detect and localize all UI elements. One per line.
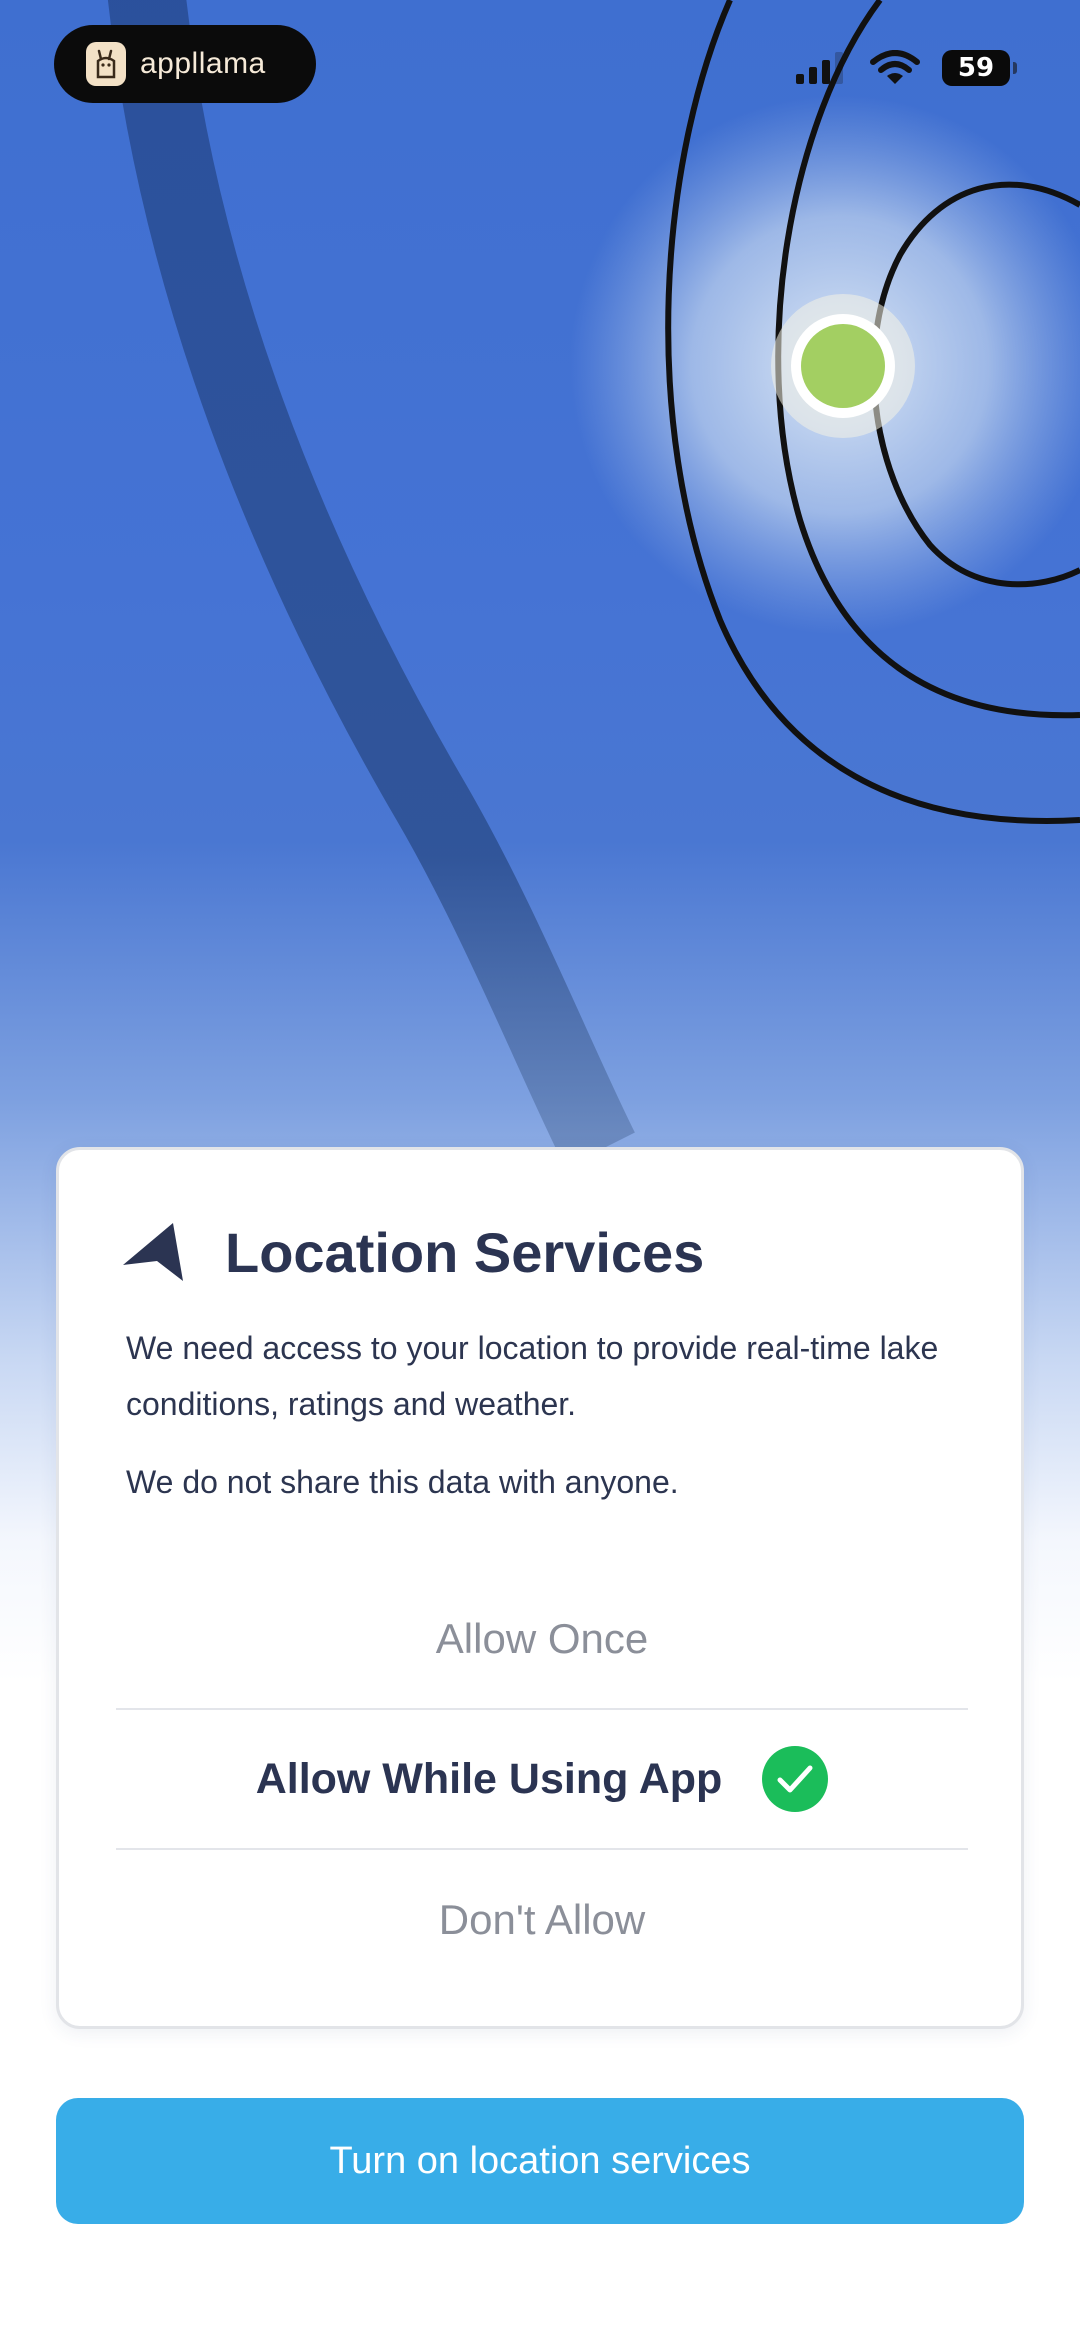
option-allow-once[interactable]: Allow Once: [116, 1570, 968, 1710]
brand-badge: appllama: [54, 25, 316, 103]
checkmark-icon: [762, 1746, 829, 1812]
option-label: Don't Allow: [438, 1896, 646, 1943]
location-permission-card: Location Services We need access to your…: [56, 1147, 1024, 2029]
llama-icon: [86, 42, 126, 86]
option-allow-while-using[interactable]: Allow While Using App: [116, 1710, 968, 1850]
location-arrow-icon: [123, 1222, 183, 1281]
battery-icon: 59: [942, 50, 1017, 86]
card-description: We need access to your location to provi…: [126, 1320, 986, 1510]
privacy-note: We do not share this data with anyone.: [126, 1464, 679, 1500]
option-dont-allow[interactable]: Don't Allow: [116, 1850, 968, 1990]
permission-options: Allow Once Allow While Using App Don't A…: [116, 1570, 968, 1990]
current-location-marker: [801, 324, 885, 408]
option-label: Allow While Using App: [255, 1754, 723, 1803]
brand-name: appllama: [140, 47, 266, 80]
card-title: Location Services: [225, 1221, 705, 1284]
battery-level: 59: [957, 53, 995, 83]
signal-icon: [796, 52, 843, 84]
turn-on-location-button[interactable]: Turn on location services: [56, 2098, 1024, 2224]
location-permission-screen: appllama 59 Location Services We need ac…: [0, 0, 1080, 2337]
card-header: Location Services: [121, 1220, 704, 1285]
road-stripe: [107, 0, 635, 1168]
status-icons: 59: [796, 50, 1017, 86]
wifi-icon: [870, 50, 920, 84]
map-illustration: [107, 0, 1080, 1168]
option-label: Allow Once: [435, 1615, 649, 1662]
description-text: We need access to your location to provi…: [126, 1330, 939, 1422]
